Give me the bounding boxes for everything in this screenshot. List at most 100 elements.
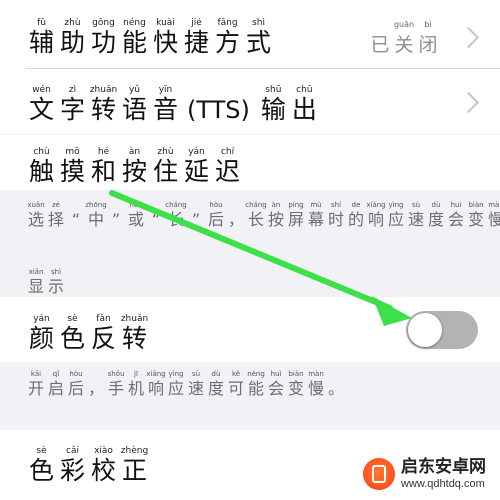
hanzi: 机: [127, 379, 144, 398]
ruby-char: néng 能: [119, 18, 150, 58]
ruby-char: màn慢: [306, 370, 326, 399]
hanzi: 闭: [418, 34, 438, 56]
pinyin: dù: [211, 370, 221, 378]
ruby-char: yìng 应: [166, 370, 186, 399]
ruby-char: jié 捷: [181, 18, 212, 58]
pinyin: píng: [288, 201, 304, 209]
hanzi: 色: [28, 456, 54, 485]
ruby-char: ”: [106, 201, 126, 230]
watermark-text: 启东安卓网 www.qdhtdq.com: [401, 458, 486, 490]
ruby-char: hòu 后: [66, 370, 86, 399]
ruby-char: chū 出: [289, 85, 320, 125]
ruby-char: shǒu 手: [106, 370, 126, 399]
hanzi: 转: [90, 95, 116, 124]
ruby-char: xuǎn 选: [26, 201, 46, 230]
touch-footnote: xuǎn 选 zé 择 “zhōng 中” huò 或 “cháng 长” hòu 后， cháng 长 à…: [26, 201, 500, 230]
ruby-char: xiǎng 响: [146, 370, 166, 399]
hanzi: 住: [152, 157, 178, 186]
pinyin: shì: [252, 18, 265, 28]
toggle-knob: [408, 313, 442, 347]
pinyin: fāng: [217, 18, 238, 28]
ruby-char: shì 示: [46, 268, 66, 297]
pinyin: chí: [220, 147, 235, 157]
pinyin: biàn: [468, 201, 484, 209]
ruby-char: yìng 应: [386, 201, 406, 230]
ruby-char: fǎn 反: [88, 314, 119, 354]
hanzi: 应: [387, 210, 404, 229]
pinyin: zhōng: [85, 201, 107, 209]
ruby-char: cháng 长: [245, 201, 266, 230]
invert-colors-toggle[interactable]: [406, 311, 478, 349]
pinyin: biàn: [288, 370, 304, 378]
pinyin: yǔ: [128, 85, 141, 95]
pinyin: sù: [411, 201, 421, 209]
pinyin: yīn: [158, 85, 173, 95]
hanzi: 择: [47, 210, 64, 229]
ruby-char: huò 或: [126, 201, 146, 230]
ruby-char: zhù 助: [57, 18, 88, 58]
ruby-char: hòu 后: [206, 201, 226, 230]
hanzi: 的: [347, 210, 364, 229]
ruby-char: 。: [326, 370, 346, 399]
ruby-group: shū 输 chū 出: [258, 85, 320, 125]
ruby-char: huì 会: [266, 370, 286, 399]
hanzi: 能: [121, 28, 147, 57]
pinyin: zhù: [64, 18, 81, 28]
hanzi: 快: [152, 28, 178, 57]
ruby-char: sù 速: [406, 201, 426, 230]
hanzi: 慢: [487, 210, 500, 229]
ruby-char: xiào 校: [88, 446, 119, 486]
chevron-right-icon: [457, 26, 480, 49]
pinyin: fǎn: [96, 314, 111, 324]
hanzi: 变: [467, 210, 484, 229]
pinyin: xiǎng: [366, 201, 386, 209]
hanzi: 慢: [307, 379, 324, 398]
hanzi: 时: [327, 210, 344, 229]
hanzi: 响: [147, 379, 164, 398]
ruby-char: “: [66, 201, 86, 230]
pinyin: chù: [33, 147, 50, 157]
ruby-char: fāng 方: [212, 18, 243, 58]
hanzi: ，: [227, 210, 244, 229]
watermark-url: www.qdhtdq.com: [401, 477, 485, 490]
hanzi: 可: [227, 379, 244, 398]
row-tts-output[interactable]: wén 文 zì 字 zhuǎn 转 yǔ 语 yīn 音 (TTS) shū 输 chū 出: [0, 69, 500, 134]
pinyin: àn: [128, 147, 141, 157]
hanzi: 语: [121, 95, 147, 124]
pinyin: guān: [393, 20, 415, 29]
ruby-char: ，: [226, 201, 246, 230]
ruby-char: fǔ 辅: [26, 18, 57, 58]
ruby-char: wén 文: [26, 85, 57, 125]
hanzi: 后: [207, 210, 224, 229]
hanzi: “: [151, 210, 161, 229]
hanzi: 辅: [28, 28, 54, 57]
ruby-char: biàn 变: [466, 201, 486, 230]
row-touch-delay[interactable]: chù 触 mō 摸 hé 和 àn 按 zhù 住 yán 延 chí 迟: [0, 135, 500, 190]
pinyin: sè: [36, 446, 47, 456]
pinyin: zé: [52, 201, 60, 209]
row-label: chù 触 mō 摸 hé 和 àn 按 zhù 住 yán 延 chí 迟: [26, 147, 243, 187]
ruby-char: zhōng 中: [85, 201, 107, 230]
row-accessibility-shortcut[interactable]: fǔ 辅 zhù 助 gōng 功 néng 能 kuài 快 jié 捷 fāng 方 shì 式 已 guā…: [0, 0, 500, 68]
ruby-char: kě 可: [226, 370, 246, 399]
ruby-char: “: [146, 201, 166, 230]
ruby-char: biàn 变: [286, 370, 306, 399]
hanzi: 字: [59, 95, 85, 124]
row-label: sè 色 cǎi 彩 xiào 校 zhèng 正: [26, 446, 150, 486]
hanzi: 摸: [59, 157, 85, 186]
ruby-char: yán 延: [181, 147, 212, 187]
ruby-char: ，: [86, 370, 106, 399]
row-label: fǔ 辅 zhù 助 gōng 功 néng 能 kuài 快 jié 捷 fāng 方 shì 式: [26, 18, 274, 58]
hanzi: 按: [267, 210, 284, 229]
ruby-char: píng 屏: [286, 201, 306, 230]
hanzi: 输: [260, 95, 286, 124]
hanzi: 色: [59, 324, 85, 353]
pinyin: zhuǎn: [120, 314, 149, 324]
pinyin: mō: [65, 147, 80, 157]
ruby-char: jī 机: [126, 370, 146, 399]
ruby-char: zé 择: [46, 201, 66, 230]
hanzi: 度: [427, 210, 444, 229]
ruby-char: shí 时: [326, 201, 346, 230]
ruby-char: kāi 开: [26, 370, 46, 399]
ruby-char: màn慢: [486, 201, 500, 230]
